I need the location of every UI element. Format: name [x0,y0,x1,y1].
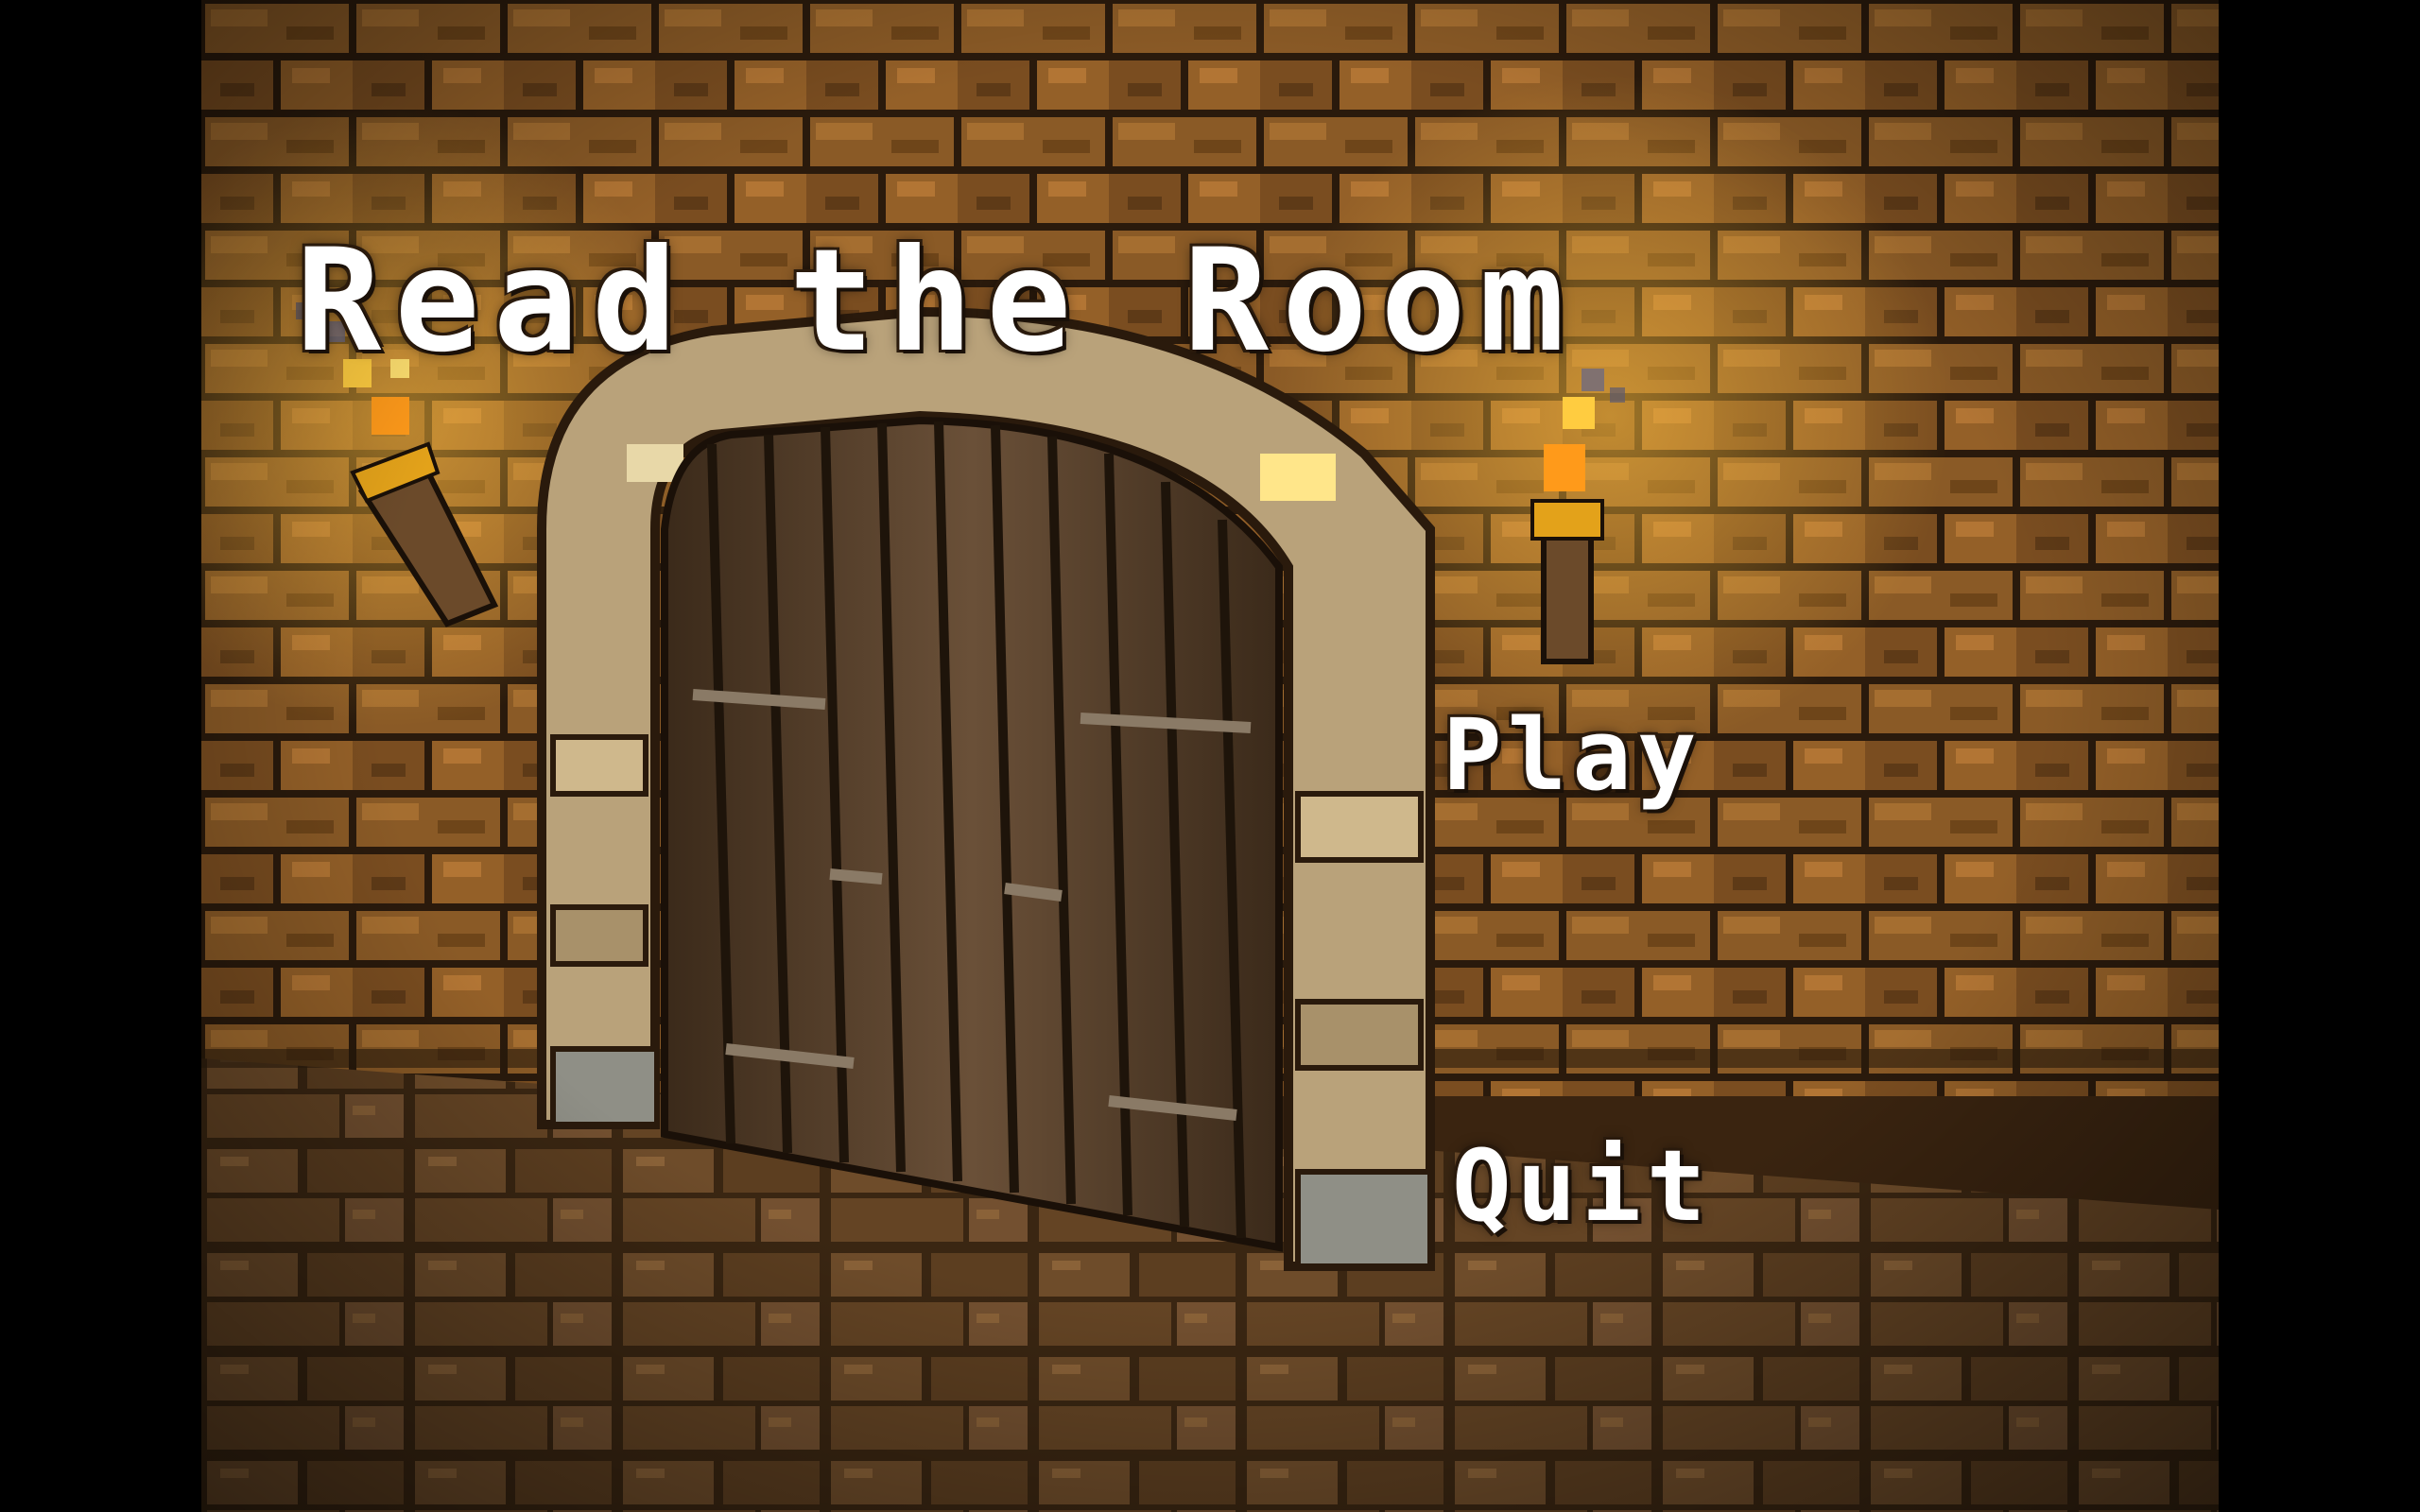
quit-button[interactable]: Quit [1452,1128,1711,1244]
game-screen: Read the Room Play Quit [0,0,2420,1512]
play-button[interactable]: Play [1443,697,1702,813]
game-title: Read the Room [296,219,1578,384]
